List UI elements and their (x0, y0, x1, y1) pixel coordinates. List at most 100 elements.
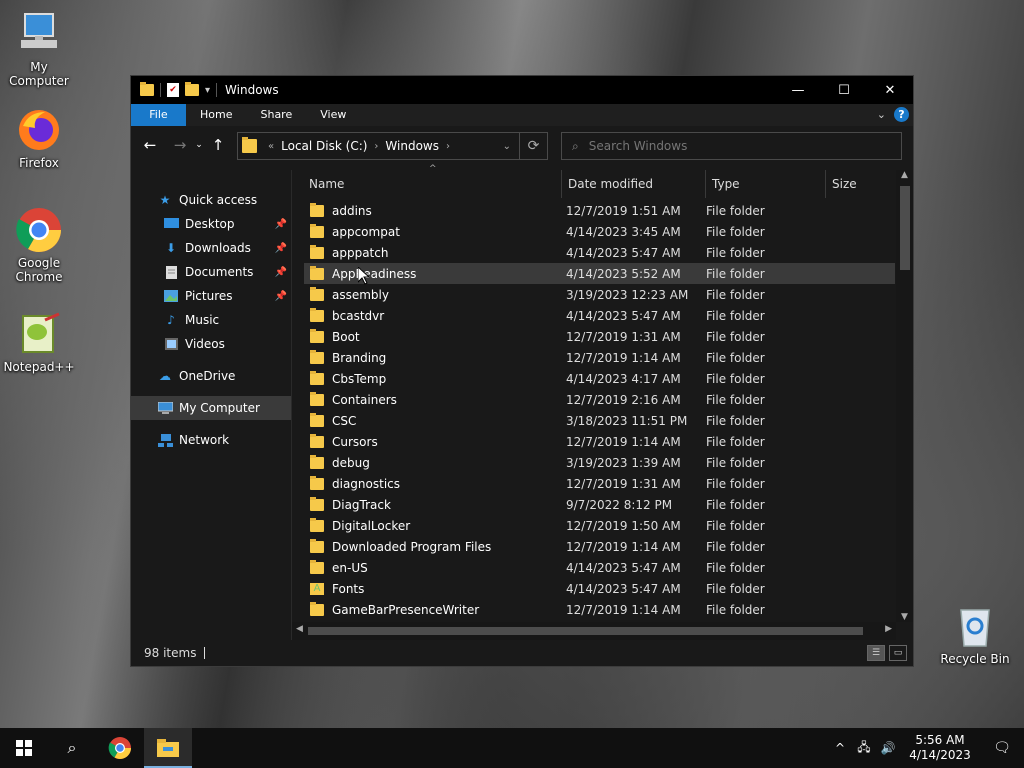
scroll-right-icon[interactable]: ▶ (885, 624, 892, 634)
title-bar[interactable]: ✔ ▾ Windows — ☐ ✕ (131, 76, 913, 104)
pin-icon[interactable]: 📌 (275, 291, 287, 302)
table-row[interactable]: CbsTemp 4/14/2023 4:17 AM File folder (304, 368, 895, 389)
tab-view[interactable]: View (306, 104, 360, 126)
scrollbar-thumb[interactable] (308, 627, 863, 635)
nav-my-computer[interactable]: My Computer (131, 396, 291, 420)
nav-label: Documents (185, 265, 254, 279)
column-header-date-modified[interactable]: Date modified (562, 170, 706, 198)
table-row[interactable]: DiagTrack 9/7/2022 8:12 PM File folder (304, 494, 895, 515)
clock[interactable]: 5:56 AM 4/14/2023 (900, 733, 980, 763)
large-icons-view-button[interactable]: ▭ (889, 645, 907, 661)
folder-icon (310, 475, 324, 490)
nav-music[interactable]: ♪ Music (131, 308, 291, 332)
table-row[interactable]: AppReadiness 4/14/2023 5:52 AM File folder (304, 263, 895, 284)
column-header-type[interactable]: Type (706, 170, 826, 198)
table-row[interactable]: bcastdvr 4/14/2023 5:47 AM File folder (304, 305, 895, 326)
search-input[interactable] (588, 139, 869, 153)
nav-network[interactable]: Network (131, 428, 291, 452)
address-dropdown-icon[interactable]: ⌄ (503, 141, 511, 152)
nav-onedrive[interactable]: ☁ OneDrive (131, 364, 291, 388)
maximize-button[interactable]: ☐ (821, 76, 867, 104)
table-row[interactable]: Containers 12/7/2019 2:16 AM File folder (304, 389, 895, 410)
tab-share[interactable]: Share (246, 104, 306, 126)
notifications-button[interactable]: 🗨 (980, 728, 1024, 768)
picture-icon (163, 289, 179, 303)
close-button[interactable]: ✕ (867, 76, 913, 104)
show-hidden-icons-icon[interactable]: ^ (828, 741, 852, 755)
vertical-scrollbar[interactable]: ▲ ▼ (896, 170, 913, 622)
forward-button[interactable]: → (168, 136, 192, 154)
help-icon[interactable]: ? (894, 107, 909, 122)
tab-file[interactable]: File (131, 104, 186, 126)
tab-home[interactable]: Home (186, 104, 246, 126)
network-status-icon[interactable]: 🖧 (852, 738, 876, 759)
scroll-left-icon[interactable]: ◀ (296, 624, 303, 634)
overflow-chevron[interactable]: « (268, 141, 274, 152)
search-button[interactable]: ⌕ (48, 728, 96, 768)
table-row[interactable]: DigitalLocker 12/7/2019 1:50 AM File folde… (304, 515, 895, 536)
type-cell: File folder (706, 245, 765, 260)
desktop-icon-firefox[interactable]: Firefox (1, 106, 77, 170)
table-row[interactable]: addins 12/7/2019 1:51 AM File folder (304, 200, 895, 221)
recent-locations-button[interactable]: ⌄ (192, 140, 206, 150)
column-header-name[interactable]: Name (303, 170, 562, 198)
refresh-button[interactable]: ⟳ (519, 133, 547, 159)
chevron-right-icon[interactable]: › (446, 141, 450, 152)
table-row[interactable]: GameBarPresenceWriter 12/7/2019 1:14 AM Fi… (304, 599, 895, 620)
table-row[interactable]: Downloaded Program Files 12/7/2019 1:14 A… (304, 536, 895, 557)
new-folder-icon[interactable] (185, 82, 199, 96)
table-row[interactable]: apppatch 4/14/2023 5:47 AM File folder (304, 242, 895, 263)
details-view-button[interactable]: ☰ (867, 645, 885, 661)
nav-desktop[interactable]: Desktop 📌 (131, 212, 291, 236)
properties-icon[interactable]: ✔ (167, 83, 179, 97)
volume-icon[interactable]: 🔊 (876, 741, 900, 755)
table-row[interactable]: A Fonts 4/14/2023 5:47 AM File folder (304, 578, 895, 599)
taskbar-file-explorer[interactable] (144, 728, 192, 768)
address-bar[interactable]: « Local Disk (C:) › Windows › ⌄ ⟳ (237, 132, 548, 160)
customize-toolbar-icon[interactable]: ▾ (205, 85, 210, 96)
nav-pictures[interactable]: Pictures 📌 (131, 284, 291, 308)
pin-icon[interactable]: 📌 (275, 267, 287, 278)
expand-ribbon-icon[interactable]: ⌄ (877, 108, 886, 121)
up-button[interactable]: ↑ (206, 136, 230, 154)
taskbar-chrome[interactable] (96, 728, 144, 768)
table-row[interactable]: debug 3/19/2023 1:39 AM File folder (304, 452, 895, 473)
minimize-button[interactable]: — (775, 76, 821, 104)
navigation-pane: ★ Quick access Desktop 📌 ⬇ Downloads 📌 D… (131, 170, 291, 640)
desktop-icon-chrome[interactable]: Google Chrome (1, 206, 77, 284)
table-row[interactable]: assembly 3/19/2023 12:23 AM File folder (304, 284, 895, 305)
pin-icon[interactable]: 📌 (275, 243, 287, 254)
table-row[interactable]: Branding 12/7/2019 1:14 AM File folder (304, 347, 895, 368)
pin-icon[interactable]: 📌 (275, 219, 287, 230)
chevron-right-icon[interactable]: › (374, 141, 378, 152)
scrollbar-thumb[interactable] (900, 186, 910, 270)
nav-videos[interactable]: Videos (131, 332, 291, 356)
table-row[interactable]: diagnostics 12/7/2019 1:31 AM File folder (304, 473, 895, 494)
scroll-down-icon[interactable]: ▼ (896, 612, 913, 622)
table-row[interactable]: appcompat 4/14/2023 3:45 AM File folder (304, 221, 895, 242)
breadcrumb-windows[interactable]: Windows (385, 139, 439, 153)
nav-documents[interactable]: Documents 📌 (131, 260, 291, 284)
desktop-icon-my-computer[interactable]: My Computer (1, 10, 77, 88)
type-cell: File folder (706, 434, 765, 449)
start-button[interactable] (0, 728, 48, 768)
search-box[interactable]: ⌕ (561, 132, 902, 160)
scroll-up-icon[interactable]: ▲ (896, 170, 913, 180)
nav-label: Quick access (179, 193, 258, 207)
nav-quick-access[interactable]: ★ Quick access (131, 188, 291, 212)
file-name-cell: Boot (304, 328, 562, 344)
table-row[interactable]: Boot 12/7/2019 1:31 AM File folder (304, 326, 895, 347)
table-row[interactable]: en-US 4/14/2023 5:47 AM File folder (304, 557, 895, 578)
desktop-icon-recycle-bin[interactable]: Recycle Bin (937, 602, 1013, 666)
horizontal-scrollbar[interactable]: ◀ ▶ (292, 622, 896, 640)
folder-icon (310, 265, 324, 280)
desktop-icon-notepad-plus-plus[interactable]: Notepad++ (1, 310, 77, 374)
date-modified-cell: 4/14/2023 5:47 AM (566, 581, 681, 596)
breadcrumb-local-disk[interactable]: Local Disk (C:) (281, 139, 367, 153)
table-row[interactable]: Cursors 12/7/2019 1:14 AM File folder (304, 431, 895, 452)
date-modified-cell: 12/7/2019 1:50 AM (566, 518, 681, 533)
column-header-size[interactable]: Size (826, 170, 886, 198)
back-button[interactable]: ← (138, 136, 162, 154)
table-row[interactable]: CSC 3/18/2023 11:51 PM File folder (304, 410, 895, 431)
nav-downloads[interactable]: ⬇ Downloads 📌 (131, 236, 291, 260)
